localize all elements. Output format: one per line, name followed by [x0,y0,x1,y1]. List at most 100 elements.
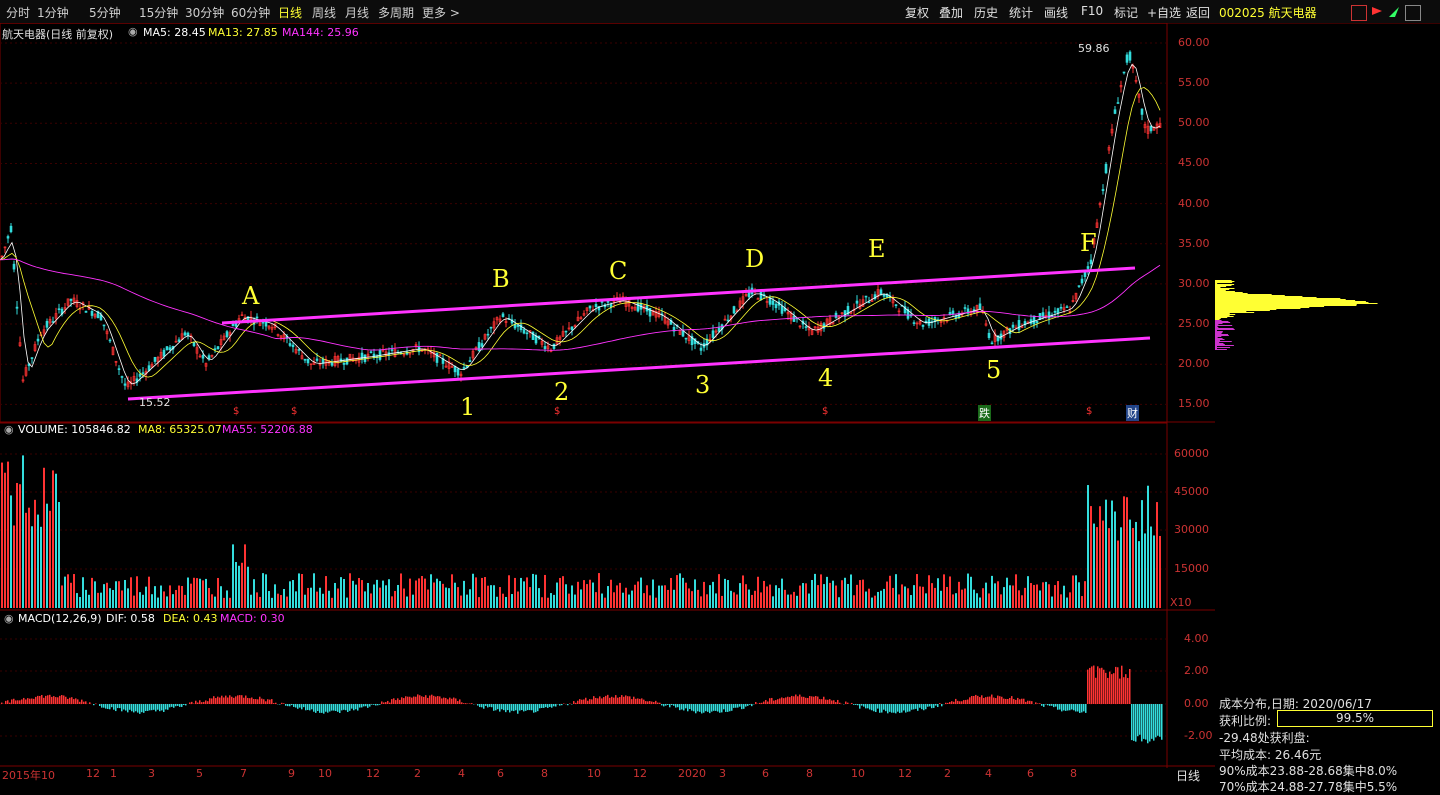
volume-bar [343,579,345,608]
volume-toggle-icon[interactable]: ◉ [4,423,14,436]
tab-60min[interactable]: 60分钟 [231,4,270,21]
wave-label-f: F [1080,229,1097,257]
tab-30min[interactable]: 30分钟 [185,4,224,21]
event-marker[interactable]: $ [291,406,297,417]
button-add-watchlist[interactable]: +自选 [1147,4,1181,21]
button-stats[interactable]: 统计 [1009,4,1033,21]
candle-body [343,363,345,364]
arrow-icon[interactable] [1387,5,1401,19]
macd-histogram-bar [875,704,877,712]
volume-bar [676,575,678,608]
chart-settings-icon[interactable] [1351,5,1367,21]
macd-histogram-bar [701,704,703,713]
macd-histogram-bar [651,702,653,704]
volume-bar [502,594,504,608]
volume-tick: 60000 [1174,447,1209,460]
macd-histogram-bar [523,704,525,711]
date-tick: 6 [762,767,769,780]
tab-multi-period[interactable]: 多周期 [378,4,414,21]
macd-tick: 2.00 [1184,664,1209,677]
volume-bar [415,580,417,608]
tab-weekly[interactable]: 周线 [312,4,336,21]
flag-icon[interactable] [1370,5,1384,19]
cost-dist-bar [1215,312,1254,313]
cost-dist-bar [1215,339,1224,340]
kline-chart-area[interactable] [0,23,1215,783]
candle-body [85,311,87,312]
window-icon[interactable] [1405,5,1421,21]
volume-bar [187,578,189,608]
macd-histogram-bar [811,696,813,704]
volume-bar [730,591,732,608]
macd-histogram-bar [731,704,733,711]
volume-bar [904,586,906,608]
button-back[interactable]: 返回 [1186,4,1210,21]
candle-body [10,226,12,232]
macd-histogram-bar [503,704,505,710]
volume-bar [1048,584,1050,608]
macd-histogram-bar [161,704,163,710]
tab-monthly[interactable]: 月线 [345,4,369,21]
cost-dist-bar [1215,344,1225,345]
candle-body [1078,286,1080,287]
marker-finance[interactable]: 财 [1126,405,1139,421]
volume-bar [751,595,753,608]
event-marker[interactable]: $ [822,406,828,417]
button-mark[interactable]: 标记 [1114,4,1138,21]
macd-histogram-bar [787,697,789,704]
button-history[interactable]: 历史 [974,4,998,21]
macd-histogram-bar [801,697,803,704]
event-marker[interactable]: $ [1086,406,1092,417]
volume-bar [391,596,393,608]
tab-daily[interactable]: 日线 [278,4,302,21]
macd-histogram-bar [861,704,863,706]
macd-histogram-bar [1031,701,1033,704]
event-marker[interactable]: $ [554,406,560,417]
button-adjust[interactable]: 复权 [905,4,929,21]
volume-bar [1027,576,1029,608]
volume-bar [547,598,549,608]
tab-5min[interactable]: 5分钟 [89,4,121,21]
macd-histogram-bar [1067,704,1069,711]
button-overlay[interactable]: 叠加 [939,4,963,21]
volume-bar [937,578,939,608]
macd-histogram-bar [855,704,857,705]
macd-histogram-bar [267,699,269,704]
volume-bar [424,579,426,608]
macd-histogram-bar [389,703,391,704]
macd-histogram-bar [1051,704,1053,706]
tab-1min[interactable]: 1分钟 [37,4,69,21]
volume-bar [628,595,630,608]
macd-histogram-bar [1109,672,1111,704]
marker-drop[interactable]: 跌 [978,405,991,421]
macd-toggle-icon[interactable]: ◉ [4,612,14,625]
volume-bar [583,580,585,608]
macd-histogram-bar [525,704,527,711]
event-marker[interactable]: $ [233,406,239,417]
volume-bar [1108,528,1110,608]
macd-histogram-bar [343,704,345,710]
volume-bar [754,591,756,608]
button-draw[interactable]: 画线 [1044,4,1068,21]
volume-bar [124,580,126,608]
macd-histogram-bar [441,698,443,704]
volume-bar [55,474,57,608]
candle-body [637,303,639,311]
macd-histogram-bar [127,704,129,712]
macd-histogram-bar [121,704,123,711]
macd-histogram-bar [309,704,311,710]
wave-label-1: 1 [460,393,475,421]
button-f10[interactable]: F10 [1081,4,1103,18]
macd-histogram-bar [449,698,451,704]
legend-toggle-icon[interactable]: ◉ [128,25,138,38]
tab-15min[interactable]: 15分钟 [139,4,178,21]
tab-fenshi[interactable]: 分时 [6,4,30,21]
macd-histogram-bar [929,704,931,706]
volume-bar [259,597,261,608]
volume-tick: 15000 [1174,562,1209,575]
cost-dist-bar [1215,308,1300,309]
tab-more[interactable]: 更多 > [422,4,460,21]
cost-dist-bar [1215,284,1234,285]
volume-bar [328,591,330,608]
macd-histogram-bar [809,696,811,704]
